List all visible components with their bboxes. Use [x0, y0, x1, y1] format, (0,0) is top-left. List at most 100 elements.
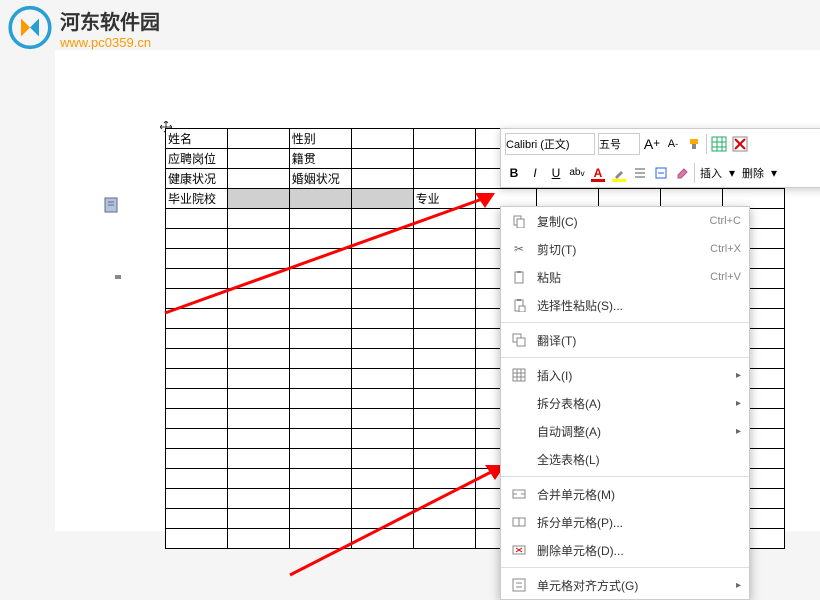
table-cell[interactable]	[166, 489, 228, 509]
table-cell[interactable]	[413, 529, 475, 549]
table-cell[interactable]	[227, 269, 289, 289]
table-cell[interactable]	[351, 129, 413, 149]
table-cell[interactable]	[289, 349, 351, 369]
table-cell[interactable]	[351, 449, 413, 469]
menu-insert[interactable]: 插入(I) ▸	[501, 361, 749, 389]
table-cell[interactable]	[413, 269, 475, 289]
table-cell[interactable]	[166, 509, 228, 529]
table-cell[interactable]	[289, 209, 351, 229]
page-icon[interactable]	[101, 195, 121, 215]
table-cell[interactable]	[289, 449, 351, 469]
table-cell[interactable]	[413, 149, 475, 169]
table-cell[interactable]	[351, 429, 413, 449]
font-select[interactable]	[505, 133, 595, 155]
table-cell[interactable]	[351, 309, 413, 329]
table-cell[interactable]	[413, 369, 475, 389]
table-cell[interactable]	[289, 529, 351, 549]
menu-split-table[interactable]: 拆分表格(A) ▸	[501, 389, 749, 417]
table-cell[interactable]	[227, 469, 289, 489]
table-cell[interactable]	[166, 229, 228, 249]
table-cell[interactable]	[166, 529, 228, 549]
table-cell[interactable]	[227, 449, 289, 469]
eraser-button[interactable]	[673, 162, 691, 184]
table-cell[interactable]	[413, 389, 475, 409]
menu-delete-cells[interactable]: 删除单元格(D)...	[501, 536, 749, 564]
table-cell[interactable]	[227, 389, 289, 409]
table-cell[interactable]: 籍贯	[289, 149, 351, 169]
table-cell[interactable]	[289, 329, 351, 349]
table-cell[interactable]	[351, 389, 413, 409]
table-cell[interactable]	[351, 489, 413, 509]
table-cell[interactable]	[227, 349, 289, 369]
table-cell[interactable]	[413, 229, 475, 249]
align-button[interactable]	[631, 162, 649, 184]
valign-button[interactable]	[652, 162, 670, 184]
table-cell[interactable]	[413, 489, 475, 509]
table-cell[interactable]	[289, 249, 351, 269]
table-cell[interactable]: 性别	[289, 129, 351, 149]
table-cell[interactable]: 应聘岗位	[166, 149, 228, 169]
table-cell[interactable]	[227, 289, 289, 309]
table-cell[interactable]	[351, 509, 413, 529]
menu-select-table[interactable]: 全选表格(L)	[501, 445, 749, 473]
font-size-select[interactable]	[598, 133, 640, 155]
table-cell[interactable]	[227, 329, 289, 349]
bold-button[interactable]: B	[505, 162, 523, 184]
table-cell[interactable]	[289, 509, 351, 529]
table-cell[interactable]: 婚姻状况	[289, 169, 351, 189]
table-cell[interactable]	[227, 229, 289, 249]
table-cell[interactable]	[351, 229, 413, 249]
menu-paste-special[interactable]: 选择性粘贴(S)...	[501, 291, 749, 319]
table-cell[interactable]	[166, 389, 228, 409]
italic-button[interactable]: I	[526, 162, 544, 184]
delete-dropdown[interactable]: ▾	[769, 162, 779, 184]
table-cell[interactable]	[351, 369, 413, 389]
table-cell[interactable]: 姓名	[166, 129, 228, 149]
table-cell[interactable]: 健康状况	[166, 169, 228, 189]
table-cell[interactable]	[289, 409, 351, 429]
font-settings-button[interactable]: abv	[568, 162, 586, 184]
menu-auto-fit[interactable]: 自动调整(A) ▸	[501, 417, 749, 445]
table-cell[interactable]	[166, 309, 228, 329]
menu-paste[interactable]: 粘贴 Ctrl+V	[501, 263, 749, 291]
table-cell[interactable]	[227, 309, 289, 329]
menu-translate[interactable]: 翻译(T)	[501, 326, 749, 354]
table-cell[interactable]	[413, 209, 475, 229]
table-cell[interactable]	[413, 349, 475, 369]
table-cell[interactable]: 专业	[413, 189, 475, 209]
table-cell[interactable]	[413, 309, 475, 329]
table-cell[interactable]	[227, 369, 289, 389]
table-cell[interactable]	[227, 529, 289, 549]
table-cell[interactable]	[227, 429, 289, 449]
table-cell[interactable]	[289, 269, 351, 289]
table-cell[interactable]	[227, 169, 289, 189]
table-cell[interactable]	[227, 189, 289, 209]
table-cell[interactable]	[351, 469, 413, 489]
table-cell[interactable]	[166, 469, 228, 489]
underline-button[interactable]: U	[547, 162, 565, 184]
table-cell[interactable]	[351, 329, 413, 349]
table-cell[interactable]	[351, 149, 413, 169]
table-cell[interactable]	[166, 429, 228, 449]
table-cell[interactable]	[166, 269, 228, 289]
table-cell[interactable]	[351, 249, 413, 269]
table-cell[interactable]	[289, 389, 351, 409]
table-cell[interactable]	[351, 269, 413, 289]
increase-font-button[interactable]: A+	[643, 133, 661, 155]
table-cell[interactable]	[166, 369, 228, 389]
insert-label[interactable]: 插入	[698, 165, 724, 181]
table-cell[interactable]	[289, 489, 351, 509]
table-cell[interactable]	[227, 489, 289, 509]
table-cell[interactable]	[351, 409, 413, 429]
table-cell[interactable]: 毕业院校	[166, 189, 228, 209]
table-cell[interactable]	[289, 369, 351, 389]
table-cell[interactable]	[413, 409, 475, 429]
table-cell[interactable]	[289, 429, 351, 449]
table-cell[interactable]	[351, 209, 413, 229]
menu-cut[interactable]: ✂ 剪切(T) Ctrl+X	[501, 235, 749, 263]
table-cell[interactable]	[413, 249, 475, 269]
table-cell[interactable]	[413, 469, 475, 489]
table-cell[interactable]	[351, 289, 413, 309]
table-cell[interactable]	[351, 529, 413, 549]
table-cell[interactable]	[413, 289, 475, 309]
